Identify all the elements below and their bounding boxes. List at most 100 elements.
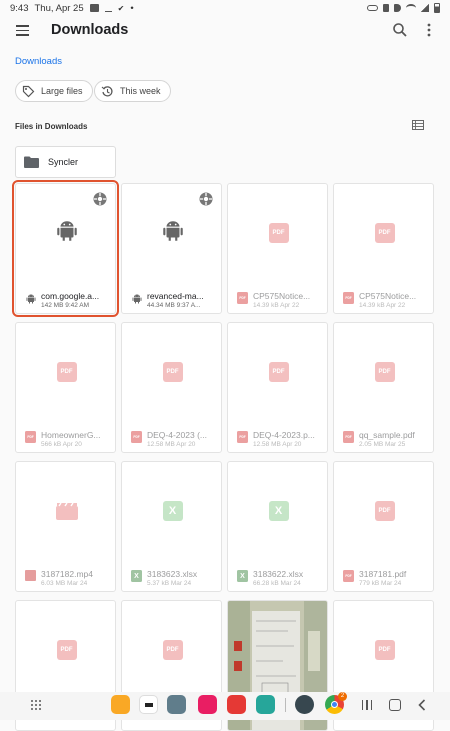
file-card[interactable]: 3187182.mp4 6.03 MB Mar 24: [15, 461, 116, 592]
pdf-icon: PDF: [268, 223, 289, 243]
file-thumbnail: PDF: [122, 601, 221, 699]
files-app-icon[interactable]: [111, 695, 130, 714]
history-icon: [101, 85, 113, 96]
search-icon[interactable]: [392, 22, 408, 38]
file-card[interactable]: com.google.a... 142 MB 9:42 AM: [12, 180, 119, 317]
this-week-chip[interactable]: This week: [94, 80, 171, 102]
camera-app-icon[interactable]: [198, 695, 217, 714]
file-card[interactable]: PDF PDF CP575Notice... 14.39 kB Apr 22: [333, 183, 434, 314]
calendar-app-icon[interactable]: [256, 695, 275, 714]
file-meta: PDF DEQ-4-2023 (... 12.58 MB Apr 20: [122, 423, 221, 452]
file-name: revanced-ma...: [147, 291, 204, 301]
file-card[interactable]: PDF PDF qq_sample.pdf 2.05 MB Mar 25: [333, 322, 434, 453]
tag-icon: [22, 85, 35, 97]
video-icon: [55, 502, 78, 520]
file-thumbnail: X: [228, 462, 327, 560]
status-dot: •: [130, 2, 134, 14]
section-title: Files in Downloads: [15, 122, 88, 131]
file-thumbnail: [16, 462, 115, 560]
file-meta: PDF DEQ-4-2023.p... 12.58 MB Apr 20: [228, 423, 327, 452]
status-bar: 9:43 Thu, Apr 25 ✔ •: [0, 0, 450, 16]
this-week-chip-label: This week: [120, 86, 161, 96]
file-thumbnail: PDF: [334, 323, 433, 421]
notes-app-icon[interactable]: [227, 695, 246, 714]
file-details: 14.39 kB Apr 22: [359, 302, 406, 309]
file-thumbnail: [122, 184, 221, 282]
settings-app-icon[interactable]: [295, 695, 314, 714]
file-details: 66.28 kB Mar 24: [253, 580, 301, 587]
file-card[interactable]: PDF PDF 3187181.pdf 779 kB Mar 24: [333, 461, 434, 592]
status-date: Thu, Apr 25: [34, 2, 84, 14]
large-files-chip[interactable]: Large files: [15, 80, 93, 102]
file-name: qq_sample.pdf: [359, 430, 415, 440]
top-app-bar: Downloads: [0, 16, 450, 46]
file-name: DEQ-4-2023 (...: [147, 430, 207, 440]
file-card[interactable]: PDF PDF DEQ-4-2023 (... 12.58 MB Apr 20: [121, 322, 222, 453]
file-card[interactable]: PDF PDF CP575Notice... 14.39 kB Apr 22: [227, 183, 328, 314]
file-thumbnail: PDF: [228, 323, 327, 421]
file-thumbnail: PDF: [122, 323, 221, 421]
status-time: 9:43: [10, 2, 29, 14]
file-thumbnail: PDF: [228, 184, 327, 282]
file-meta: PDF qq_sample.pdf 2.05 MB Mar 25: [334, 423, 433, 452]
pdf-small-icon: PDF: [25, 431, 36, 443]
file-meta: com.google.a... 142 MB 9:42 AM: [16, 284, 115, 313]
file-card[interactable]: PDF PDF HomeownerG... 566 kB Apr 20: [15, 322, 116, 453]
page-title: Downloads: [51, 22, 129, 38]
file-thumbnail: [16, 184, 115, 282]
file-meta: X 3183623.xlsx 5.37 kB Mar 24: [122, 562, 221, 591]
file-meta: X 3183622.xlsx 66.28 kB Mar 24: [228, 562, 327, 591]
file-card[interactable]: PDF PDF DEQ-4-2023.p... 12.58 MB Apr 20: [227, 322, 328, 453]
file-details: 5.37 kB Mar 24: [147, 580, 192, 587]
file-thumbnail: PDF: [16, 601, 115, 699]
spreadsheet-small-icon: X: [237, 570, 248, 582]
folder-icon: [24, 156, 39, 168]
check-notification-icon: ✔: [117, 3, 125, 13]
battery-icon: [434, 3, 440, 13]
gb-notification-icon: [89, 4, 99, 12]
file-details: 12.58 MB Apr 20: [253, 441, 302, 448]
gallery-app-icon[interactable]: [167, 695, 186, 714]
more-options-icon[interactable]: [424, 22, 434, 38]
file-card[interactable]: revanced-ma... 44.34 MB 9:37 A...: [121, 183, 222, 314]
pdf-icon: PDF: [374, 640, 395, 660]
file-card[interactable]: X X 3183623.xlsx 5.37 kB Mar 24: [121, 461, 222, 592]
file-card[interactable]: X X 3183622.xlsx 66.28 kB Mar 24: [227, 461, 328, 592]
home-icon[interactable]: [389, 699, 401, 711]
file-details: 142 MB 9:42 AM: [41, 302, 90, 309]
pdf-small-icon: PDF: [343, 570, 354, 582]
back-icon[interactable]: [418, 699, 426, 711]
breadcrumb[interactable]: Downloads: [15, 56, 62, 67]
pdf-icon: PDF: [374, 223, 395, 243]
app-drawer-icon[interactable]: [30, 699, 42, 711]
pdf-icon: PDF: [374, 362, 395, 382]
pdf-icon: PDF: [162, 362, 183, 382]
spreadsheet-icon: X: [268, 501, 289, 521]
pdf-small-icon: PDF: [237, 292, 248, 304]
list-view-icon[interactable]: [412, 120, 424, 130]
spreadsheet-small-icon: X: [131, 570, 142, 582]
pdf-icon: PDF: [374, 501, 395, 521]
pdf-icon: PDF: [268, 362, 289, 382]
file-meta: PDF CP575Notice... 14.39 kB Apr 22: [228, 284, 327, 313]
pdf-icon: PDF: [56, 362, 77, 382]
pdf-small-icon: PDF: [343, 431, 354, 443]
android-small-icon: [131, 292, 142, 304]
file-name: 3183623.xlsx: [147, 569, 198, 579]
file-details: 6.03 MB Mar 24: [41, 580, 88, 587]
file-thumbnail: PDF: [334, 184, 433, 282]
file-name: HomeownerG...: [41, 430, 101, 440]
file-thumbnail: PDF: [334, 601, 433, 699]
tv-app-icon[interactable]: [139, 695, 158, 714]
file-details: 12.58 MB Apr 20: [147, 441, 196, 448]
file-thumbnail: [228, 601, 327, 730]
file-thumbnail: X: [122, 462, 221, 560]
menu-icon[interactable]: [16, 25, 29, 36]
file-name: 3187181.pdf: [359, 569, 407, 579]
file-name: CP575Notice...: [359, 291, 417, 301]
file-details: 14.39 kB Apr 22: [253, 302, 300, 309]
upload-notification-icon: [104, 4, 112, 12]
folder-syncler[interactable]: Syncler: [15, 146, 116, 178]
file-meta: PDF CP575Notice... 14.39 kB Apr 22: [334, 284, 433, 313]
recent-apps-icon[interactable]: [362, 700, 372, 710]
